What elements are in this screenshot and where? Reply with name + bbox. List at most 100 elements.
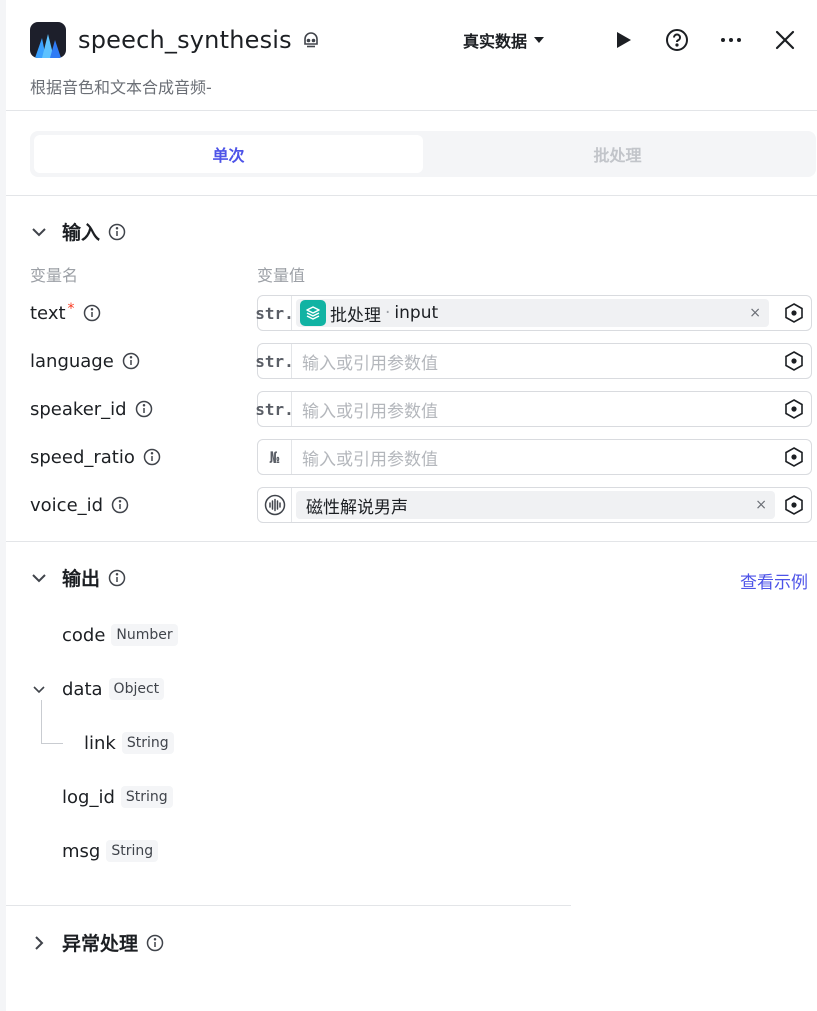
output-item-code: code Number: [62, 624, 178, 646]
ref-separator: ·: [385, 303, 391, 323]
param-row-speaker-id: speaker_id str. 输入或引用参数值: [30, 391, 812, 427]
header-divider: [6, 110, 817, 111]
data-mode-label: 真实数据: [462, 32, 527, 51]
variable-reference-icon[interactable]: [783, 446, 805, 468]
param-row-language: language str. 输入或引用参数值: [30, 343, 812, 379]
layers-icon: [300, 300, 326, 326]
output-name: data: [62, 678, 103, 700]
column-header-name: 变量名: [30, 266, 79, 285]
plugin-title: speech_synthesis: [78, 26, 292, 54]
param-row-speed-ratio: speed_ratio № 输入或引用参数值: [30, 439, 812, 475]
tab-batch[interactable]: 批处理: [423, 135, 812, 173]
variable-reference-icon[interactable]: [783, 494, 805, 516]
output-name: msg: [62, 840, 101, 862]
input-divider: [6, 541, 817, 542]
voice-waveform-icon: [258, 488, 292, 522]
output-type-tag: String: [106, 840, 159, 862]
voice-id-value-field[interactable]: 磁性解说男声 ×: [257, 487, 812, 523]
variable-reference-icon[interactable]: [783, 350, 805, 372]
speed-ratio-value-field[interactable]: № 输入或引用参数值: [257, 439, 812, 475]
variable-reference-icon[interactable]: [783, 302, 805, 324]
output-item-msg: msg String: [62, 840, 159, 862]
output-item-link: link String: [84, 732, 174, 754]
chevron-down-icon: [30, 569, 48, 587]
info-icon[interactable]: [143, 448, 161, 466]
run-mode-tabs: 单次 批处理: [30, 131, 816, 177]
help-button[interactable]: [665, 28, 689, 52]
caret-down-icon: [534, 37, 544, 43]
output-type-tag: String: [121, 732, 174, 754]
plugin-description: 根据音色和文本合成音频-: [30, 78, 212, 97]
field-content: 批处理 · input ×: [292, 299, 777, 327]
variable-reference-icon[interactable]: [783, 398, 805, 420]
param-label: voice_id: [30, 494, 104, 516]
output-item-log-id: log_id String: [62, 786, 173, 808]
value-placeholder: 输入或引用参数值: [302, 449, 438, 470]
output-section-header[interactable]: 输出: [30, 564, 126, 591]
tab-single[interactable]: 单次: [34, 135, 423, 173]
field-content: 输入或引用参数值: [292, 349, 777, 374]
close-button[interactable]: [773, 28, 797, 52]
language-value-field[interactable]: str. 输入或引用参数值: [255, 343, 812, 379]
output-name: log_id: [62, 786, 115, 808]
run-button[interactable]: [611, 28, 635, 52]
info-icon[interactable]: [108, 223, 126, 241]
exception-section-title: 异常处理: [62, 933, 139, 955]
param-name: voice_id: [30, 495, 257, 516]
tree-connector-line: [41, 743, 63, 744]
param-row-voice-id: voice_id 磁性解说男声 ×: [30, 487, 812, 523]
input-section-header[interactable]: 输入: [30, 218, 126, 245]
reference-chip[interactable]: 批处理 · input ×: [296, 299, 769, 327]
output-section-title: 输出: [62, 568, 101, 590]
input-section-title: 输入: [62, 222, 101, 244]
output-divider: [6, 905, 571, 906]
info-icon[interactable]: [135, 400, 153, 418]
param-label: text: [30, 302, 66, 324]
text-value-field[interactable]: str. 批处理 · input ×: [255, 295, 812, 331]
value-placeholder: 输入或引用参数值: [302, 401, 438, 422]
type-tag-string: str.: [255, 296, 294, 330]
info-icon[interactable]: [146, 934, 164, 952]
param-label: speaker_id: [30, 398, 127, 420]
close-icon: [775, 30, 795, 50]
voice-value: 磁性解说男声: [306, 497, 408, 518]
info-icon[interactable]: [108, 569, 126, 587]
type-tag-string: str.: [255, 392, 294, 426]
field-content: 输入或引用参数值: [292, 445, 777, 470]
data-mode-dropdown[interactable]: 真实数据: [463, 28, 545, 52]
param-name: speed_ratio: [30, 447, 257, 468]
field-content: 输入或引用参数值: [292, 397, 777, 422]
see-example-link[interactable]: 查看示例: [740, 568, 808, 593]
voice-selection-chip[interactable]: 磁性解说男声 ×: [296, 491, 775, 519]
help-icon: [666, 29, 688, 51]
node-debug-panel: speech_synthesis 真实数据 根据音色和文本合成音频- 单次 批处…: [0, 0, 817, 1011]
param-name: text *: [30, 301, 257, 324]
param-label: speed_ratio: [30, 446, 135, 468]
ref-source: 批处理: [330, 305, 381, 326]
clear-voice-button[interactable]: ×: [755, 497, 767, 513]
type-tag-number: №: [258, 440, 292, 474]
param-name: language: [30, 351, 257, 372]
exception-section-header[interactable]: 异常处理: [30, 929, 164, 956]
output-name: link: [84, 732, 116, 754]
plugin-badge-icon[interactable]: [302, 31, 320, 49]
output-name: code: [62, 624, 106, 646]
param-row-text: text * str. 批处理 · input ×: [30, 295, 812, 331]
speaker-id-value-field[interactable]: str. 输入或引用参数值: [255, 391, 812, 427]
info-icon[interactable]: [111, 496, 129, 514]
output-item-data: data Object: [30, 678, 165, 700]
info-icon[interactable]: [83, 304, 101, 322]
chevron-down-icon: [30, 223, 48, 241]
clear-reference-button[interactable]: ×: [749, 305, 761, 321]
chevron-down-icon[interactable]: [30, 680, 52, 698]
required-mark: *: [67, 301, 75, 317]
param-name: speaker_id: [30, 399, 257, 420]
more-icon: [721, 38, 741, 42]
output-type-tag: Number: [111, 624, 178, 646]
value-placeholder: 输入或引用参数值: [302, 353, 438, 374]
more-button[interactable]: [719, 28, 743, 52]
output-type-tag: String: [120, 786, 173, 808]
type-tag-string: str.: [255, 344, 294, 378]
info-icon[interactable]: [122, 352, 140, 370]
header-actions: 真实数据: [463, 28, 797, 52]
